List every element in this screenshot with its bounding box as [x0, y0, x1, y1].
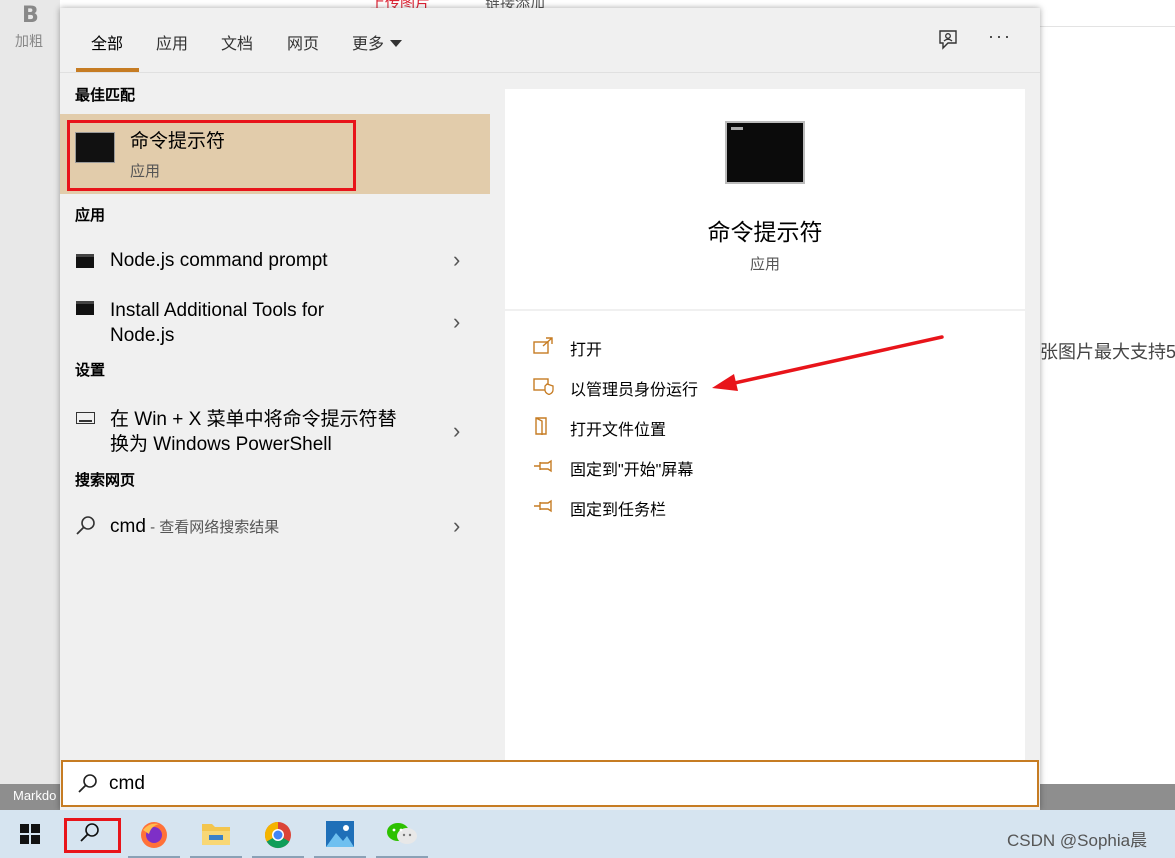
- chevron-right-icon[interactable]: ›: [453, 309, 460, 335]
- annotation-highlight-box: [67, 120, 356, 191]
- folder-icon: [202, 824, 230, 845]
- taskbar-photos[interactable]: [314, 810, 366, 858]
- tab-web[interactable]: 网页: [287, 30, 319, 54]
- search-input[interactable]: [109, 771, 909, 797]
- web-search-label: cmd - 查看网络搜索结果: [110, 514, 279, 540]
- detail-type: 应用: [749, 256, 780, 273]
- detail-name: 命令提示符: [707, 219, 823, 245]
- result-nodejs-command-prompt[interactable]: Node.js command prompt ›: [60, 241, 490, 281]
- taskbar-firefox[interactable]: [128, 810, 180, 858]
- action-open-file-location[interactable]: 打开文件位置: [533, 415, 733, 439]
- caret-down-icon: [390, 40, 403, 47]
- editor-sidebar: [0, 0, 60, 790]
- search-tabs: 全部 应用 文档 网页 更多 ···: [60, 8, 1040, 73]
- firefox-icon: [141, 822, 167, 848]
- bold-label: 加粗: [15, 33, 43, 49]
- tab-all[interactable]: 全部: [91, 30, 123, 54]
- section-apps: 应用: [75, 207, 106, 224]
- status-bar-text: Markdo: [13, 788, 57, 803]
- detail-pane: 命令提示符 应用 打开 以管理员身份运行 打开文件位置 固定到"开始"屏幕 固定…: [505, 89, 1025, 760]
- console-app-icon: [76, 254, 94, 268]
- bold-icon[interactable]: B: [22, 3, 39, 28]
- search-icon: [76, 516, 95, 535]
- editor-body-text: 张图片最大支持5: [1040, 342, 1175, 362]
- result-label-line2: Node.js: [110, 325, 175, 346]
- web-query: cmd: [110, 516, 146, 537]
- action-label: 固定到任务栏: [570, 502, 667, 519]
- tab-more-label: 更多: [352, 36, 385, 53]
- monitor-icon: [76, 412, 95, 424]
- more-options-icon[interactable]: ···: [988, 26, 1012, 47]
- search-box[interactable]: [61, 760, 1039, 807]
- watermark: CSDN @Sophia晨: [1007, 831, 1148, 850]
- tab-apps[interactable]: 应用: [156, 30, 188, 54]
- photos-icon: [326, 821, 354, 847]
- result-web-search[interactable]: cmd - 查看网络搜索结果 ›: [60, 505, 490, 545]
- annotation-highlight-box: [64, 818, 121, 853]
- start-button[interactable]: [8, 810, 60, 858]
- wechat-icon: [387, 823, 417, 844]
- action-label: 打开: [570, 342, 603, 359]
- result-label-line2: 换为 Windows PowerShell: [110, 434, 332, 455]
- action-pin-to-taskbar[interactable]: 固定到任务栏: [533, 495, 733, 519]
- tab-more[interactable]: 更多: [352, 30, 403, 54]
- open-icon: [533, 337, 553, 354]
- file-location-icon: [535, 417, 547, 435]
- chevron-right-icon[interactable]: ›: [453, 513, 460, 539]
- cmd-large-icon: [725, 121, 805, 184]
- result-label: Node.js command prompt: [110, 250, 328, 271]
- chevron-right-icon[interactable]: ›: [453, 418, 460, 444]
- web-search-sub: - 查看网络搜索结果: [145, 519, 280, 536]
- action-label: 固定到"开始"屏幕: [570, 462, 694, 479]
- console-app-icon: [76, 301, 94, 315]
- section-best-match: 最佳匹配: [75, 87, 136, 104]
- tab-documents[interactable]: 文档: [221, 30, 253, 54]
- results-list: 最佳匹配 命令提示符 应用 应用 Node.js command prompt …: [60, 73, 490, 760]
- windows-logo-icon: [20, 824, 40, 844]
- action-label: 打开文件位置: [570, 422, 667, 439]
- pin-icon: [534, 459, 552, 473]
- search-icon: [78, 774, 97, 793]
- result-winx-setting[interactable]: 在 Win + X 菜单中将命令提示符替 换为 Windows PowerShe…: [60, 395, 490, 455]
- start-search-panel: 全部 应用 文档 网页 更多 ··· 最佳匹配 命令提示符 应用 应用 Node…: [60, 8, 1040, 810]
- annotation-arrow: [712, 335, 944, 391]
- action-pin-to-start[interactable]: 固定到"开始"屏幕: [533, 455, 733, 479]
- section-settings: 设置: [75, 362, 106, 379]
- taskbar-wechat[interactable]: [376, 810, 428, 858]
- chrome-icon: [264, 821, 291, 849]
- taskbar-chrome[interactable]: [252, 810, 304, 858]
- feedback-icon[interactable]: [936, 28, 960, 52]
- section-web-search: 搜索网页: [75, 472, 136, 489]
- pin-icon: [534, 499, 552, 513]
- result-label-line1: 在 Win + X 菜单中将命令提示符替: [110, 409, 397, 430]
- result-label-line1: Install Additional Tools for: [110, 300, 325, 321]
- detail-header: 命令提示符 应用: [505, 89, 1025, 309]
- action-label: 以管理员身份运行: [570, 382, 699, 399]
- result-install-additional-tools[interactable]: Install Additional Tools for Node.js ›: [60, 285, 490, 346]
- taskbar: CSDN @Sophia晨: [0, 810, 1175, 858]
- shield-icon: [533, 378, 554, 395]
- taskbar-file-explorer[interactable]: [190, 810, 242, 858]
- chevron-right-icon[interactable]: ›: [453, 247, 460, 273]
